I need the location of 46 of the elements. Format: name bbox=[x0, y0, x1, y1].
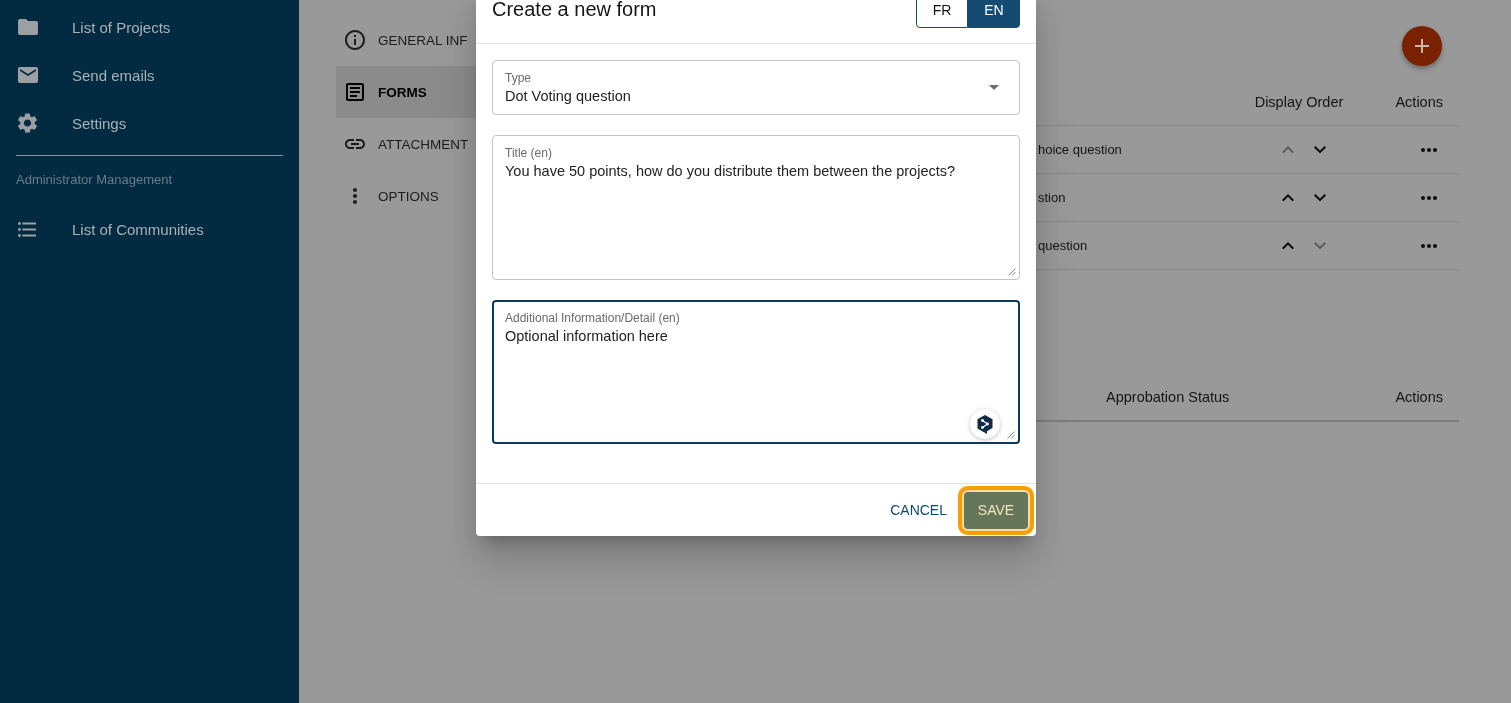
more-horizontal-icon[interactable] bbox=[1421, 243, 1437, 248]
chevron-up-icon[interactable] bbox=[1282, 241, 1294, 250]
plus-icon bbox=[1415, 39, 1429, 53]
project-nav-item[interactable]: GENERAL INF bbox=[336, 14, 476, 66]
field-label: Type bbox=[505, 70, 532, 86]
table-cell-text: hoice question bbox=[1037, 142, 1123, 157]
column-header: Actions bbox=[1395, 388, 1444, 405]
caret-icon bbox=[989, 85, 999, 90]
sidebar-section-title: Administrator Management bbox=[16, 172, 174, 188]
field-label: Title (en) bbox=[505, 145, 553, 161]
text-area-field[interactable]: Title (en) You have 50 points, how do you distribute them between the projects? bbox=[492, 135, 1020, 280]
document-icon bbox=[346, 83, 364, 101]
type-select[interactable]: Type Dot Voting question bbox=[492, 60, 1020, 115]
info-icon bbox=[345, 30, 365, 50]
column-header: Display Order bbox=[1253, 93, 1344, 110]
sidebar-item[interactable]: Send emails bbox=[0, 51, 299, 99]
language-toggle[interactable]: FR bbox=[916, 0, 968, 28]
project-nav-item[interactable]: FORMS bbox=[336, 66, 476, 118]
chevron-down-icon[interactable] bbox=[1314, 193, 1326, 202]
more-horizontal-icon[interactable] bbox=[1421, 147, 1437, 152]
column-header: Actions bbox=[1395, 93, 1444, 110]
vertical-dots-icon bbox=[353, 188, 357, 204]
column-header: Approbation Status bbox=[1105, 388, 1230, 405]
table-cell-text: stion bbox=[1037, 190, 1067, 205]
table-cell-text: question bbox=[1037, 238, 1089, 253]
link-icon bbox=[345, 139, 365, 149]
dialog-title: Create a new form bbox=[492, 0, 657, 21]
list-icon bbox=[18, 221, 36, 237]
sidebar-item[interactable]: List of Communities bbox=[0, 205, 299, 253]
envelope-icon bbox=[18, 67, 38, 83]
add-button[interactable] bbox=[1402, 26, 1442, 66]
text-area-field[interactable]: Additional Information/Detail (en) Optional information here bbox=[492, 300, 1020, 444]
settings-icon bbox=[18, 113, 37, 133]
project-nav-item[interactable]: ATTACHMENT bbox=[336, 118, 476, 170]
more-horizontal-icon[interactable] bbox=[1421, 195, 1437, 200]
cancel-button[interactable]: CANCEL bbox=[882, 494, 955, 526]
chevron-up-icon[interactable] bbox=[1282, 193, 1294, 202]
language-toggle[interactable]: EN bbox=[968, 0, 1020, 28]
sidebar-item[interactable]: Settings bbox=[0, 99, 299, 147]
chevron-down-icon[interactable] bbox=[1314, 145, 1326, 154]
resize-handle-icon[interactable] bbox=[1007, 431, 1015, 439]
project-nav-item[interactable]: OPTIONS bbox=[336, 170, 476, 222]
field-label: Additional Information/Detail (en) bbox=[505, 310, 681, 326]
resize-handle-icon[interactable] bbox=[1008, 268, 1016, 276]
sidebar-item[interactable]: List of Projects bbox=[0, 3, 299, 51]
folder-icon bbox=[18, 19, 38, 35]
